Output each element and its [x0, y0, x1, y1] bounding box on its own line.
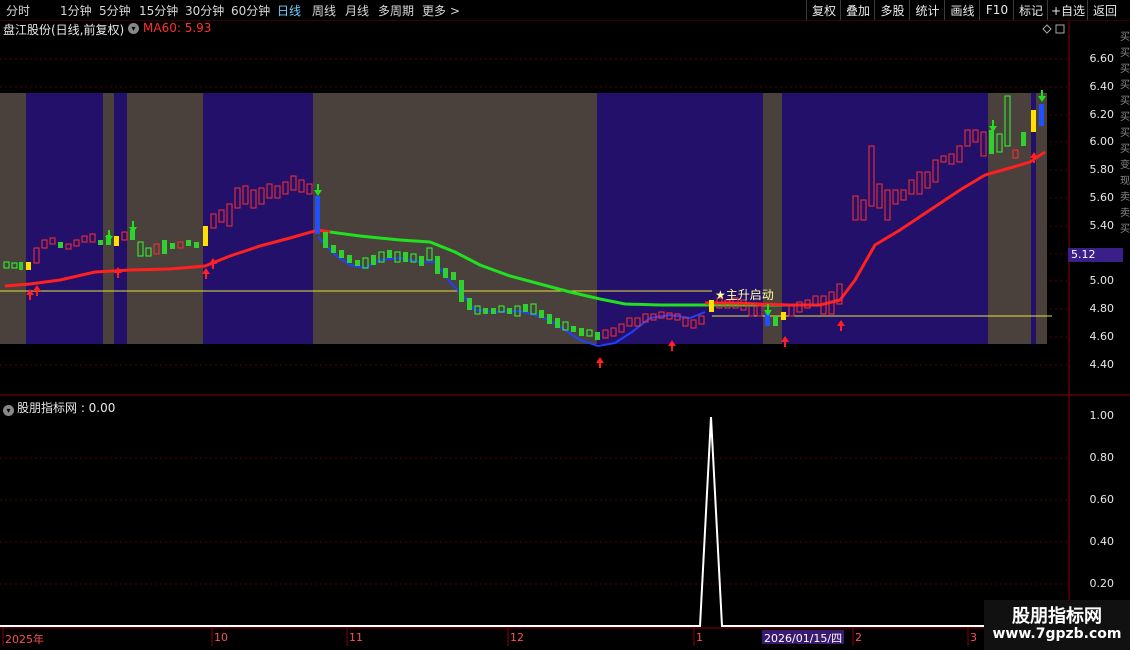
indicator-tick: 0.20 [1089, 577, 1115, 590]
date-label: 3 [970, 631, 977, 644]
square-icon [1055, 24, 1065, 34]
indicator-title: 股朋指标网 : 0.00 [17, 401, 116, 415]
price-tick: 6.20 [1089, 108, 1115, 121]
price-tick: 5.00 [1089, 274, 1115, 287]
watermark: 股朋指标网 www.7gpzb.com [984, 600, 1130, 650]
date-label: 2 [855, 631, 862, 644]
watermark-url: www.7gpzb.com [992, 626, 1122, 642]
price-tick: 6.60 [1089, 52, 1115, 65]
cursor-date-label: 2026/01/15/四 [762, 630, 845, 645]
watermark-title: 股朋指标网 [1012, 606, 1102, 627]
indicator-tick: 0.60 [1089, 493, 1115, 506]
date-label: 11 [349, 631, 363, 644]
price-tick: 4.60 [1089, 330, 1115, 343]
price-tick: 5.40 [1089, 219, 1115, 232]
diamond-icon [1042, 24, 1052, 34]
dropdown-circle-icon[interactable]: ▾ [3, 405, 14, 416]
side-signal-text: 买买买买买买买买变现卖卖买 [1120, 32, 1130, 235]
price-tick: 5.80 [1089, 163, 1115, 176]
price-tick: 5.60 [1089, 191, 1115, 204]
chart-canvas [0, 22, 1130, 646]
indicator-tick: 0.40 [1089, 535, 1115, 548]
indicator-tick: 1.00 [1089, 409, 1115, 422]
current-price-badge: 5.12 [1068, 248, 1123, 262]
price-tick: 4.80 [1089, 302, 1115, 315]
indicator-title-row: ▾ 股朋指标网 : 0.00 [3, 399, 115, 416]
date-label: 12 [510, 631, 524, 644]
indicator-tick: 0.80 [1089, 451, 1115, 464]
main-rise-signal-label: ★主升启动 [715, 288, 774, 302]
price-tick: 6.00 [1089, 135, 1115, 148]
date-label: 10 [214, 631, 228, 644]
price-tick: 6.40 [1089, 80, 1115, 93]
price-tick: 4.40 [1089, 358, 1115, 371]
date-label: 2025年 [5, 633, 44, 646]
date-label: 1 [696, 631, 703, 644]
